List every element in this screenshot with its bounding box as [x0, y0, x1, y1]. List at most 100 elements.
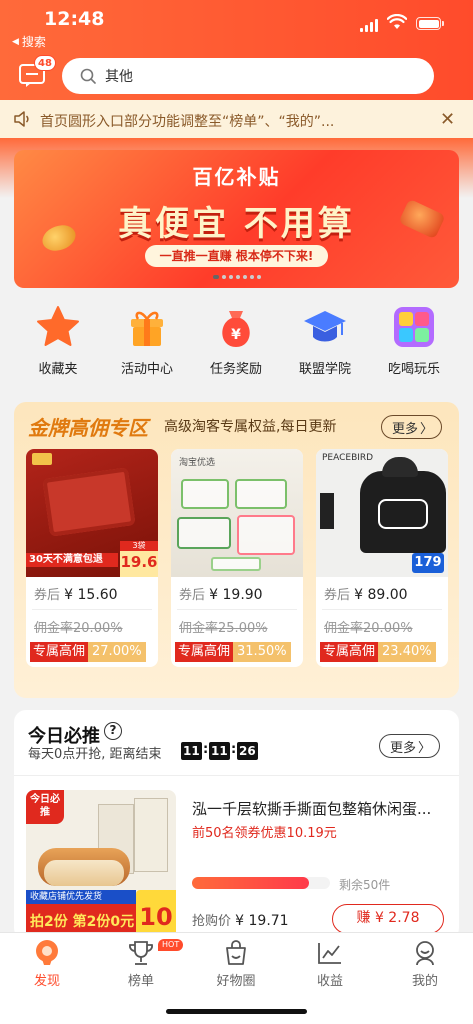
trophy-icon [129, 941, 153, 965]
promo-note: 收藏店铺优先发货 [26, 890, 136, 904]
product-name[interactable]: 泓一千层软撕手撕面包整箱休闲蛋... [192, 798, 452, 819]
product-card[interactable]: PEACEBIRD 179 券后 ¥ 89.00 佣金率20.00% 专属高佣 2… [316, 449, 448, 667]
graduation-cap-icon [304, 311, 346, 342]
bread-inner-illustration [44, 860, 124, 886]
quick-nav-task-rewards[interactable]: ¥ 任务奖励 [191, 305, 281, 377]
grab-price-label: 抢购价 [192, 914, 232, 929]
promo-banner[interactable]: 百亿补贴 真便宜 不用算 一直推一直赚 根本停不下来! [14, 150, 459, 288]
old-commission-rate: 佣金率20.00% [34, 617, 158, 636]
price-prefix: 券后 [179, 588, 206, 603]
product-badge-note: 3袋 [120, 541, 158, 551]
tag-rate: 23.40% [378, 642, 436, 662]
back-label: 搜索 [21, 35, 46, 49]
profile-icon [416, 941, 434, 966]
quick-nav-label: 活动中心 [120, 362, 173, 377]
quick-nav-food-fun[interactable]: 吃喝玩乐 [369, 305, 459, 377]
rate-prefix: 佣金率 [34, 621, 74, 636]
hat-illustration [382, 457, 418, 477]
quick-nav-union-academy[interactable]: 联盟学院 [280, 305, 370, 377]
divider [14, 775, 459, 776]
product-promo-strip: 30天不满意包退 [26, 553, 118, 567]
tab-label: 好物圈 [216, 974, 256, 989]
grab-price-value: ¥ 19.71 [235, 913, 289, 929]
back-to-search-link[interactable]: ◀ 搜索 [12, 33, 46, 50]
battery-icon [416, 17, 444, 30]
more-label: 更多 [392, 421, 419, 437]
status-bar: 12:48 ◀ 搜索 [0, 0, 473, 49]
discover-icon [36, 940, 58, 965]
product-image: 淘宝优选 [171, 449, 303, 577]
stock-progress-fill [192, 877, 310, 889]
product-badge-price: 179 [412, 553, 444, 573]
quick-nav-activity-center[interactable]: 活动中心 [102, 305, 192, 377]
more-button[interactable]: 更多 〉 [381, 415, 443, 439]
notice-bar[interactable]: 首页圆形入口部分功能调整至“榜单”、“我的”... ✕ [0, 100, 473, 138]
exclusive-commission-tag: 专属高佣 23.40% [320, 642, 448, 662]
product-card[interactable]: 30天不满意包退 19.6 3袋 券后 ¥ 15.60 佣金率20.00% 专属… [26, 449, 158, 667]
tag-label: 专属高佣 [30, 642, 89, 662]
countdown-colon: : [203, 742, 209, 757]
product-brand: 淘宝优选 [179, 458, 216, 468]
divider [32, 609, 152, 610]
product-image[interactable]: 今日必推 收藏店铺优先发货 拍2份 第2份0元 10 [26, 790, 176, 940]
tab-label: 发现 [33, 974, 60, 989]
divider [177, 609, 297, 610]
tag-rate: 27.00% [88, 642, 146, 662]
chevron-right-icon: 〉 [420, 421, 434, 437]
back-arrow-icon: ◀ [12, 36, 19, 47]
product-card[interactable]: 淘宝优选 券后 ¥ 19.90 佣金率25.00% 专属高佣 31.50% [171, 449, 303, 667]
exclusive-commission-tag: 专属高佣 31.50% [175, 642, 303, 662]
tab-earnings[interactable]: 收益 [290, 939, 370, 989]
wifi-icon [387, 14, 407, 29]
status-time: 12:48 [44, 8, 105, 30]
coupon-price: 券后 ¥ 15.60 [34, 584, 158, 603]
coupon-info: 前50名领券优惠10.19元 [192, 826, 337, 841]
tab-goods-circle[interactable]: 好物圈 [196, 939, 276, 989]
countdown-colon: : [231, 742, 237, 757]
gold-commission-zone: 金牌高佣专区 高级淘客专属权益,每日更新 更多 〉 30天不满意包退 19.6 … [14, 402, 459, 698]
tab-profile[interactable]: 我的 [385, 939, 465, 989]
container-illustration [211, 557, 261, 571]
exclusive-commission-tag: 专属高佣 27.00% [30, 642, 158, 662]
stock-remaining: 剩余50件 [339, 878, 391, 892]
pagination-dot [256, 275, 261, 279]
search-input[interactable]: 其他 [62, 58, 434, 94]
brand-logo-icon [32, 453, 52, 465]
pagination-dot [249, 275, 254, 279]
more-button[interactable]: 更多 〉 [379, 734, 441, 758]
tab-label: 榜单 [127, 974, 154, 989]
tab-discover[interactable]: 发现 [7, 939, 87, 989]
home-indicator [166, 1009, 307, 1014]
tab-label: 收益 [316, 974, 343, 989]
pagination-dot [221, 275, 226, 279]
coupon-price: 券后 ¥ 19.90 [179, 584, 303, 603]
earn-button[interactable]: 赚 ¥ 2.78 [332, 904, 444, 934]
quick-nav-label: 联盟学院 [298, 362, 351, 377]
pagination-dot [235, 275, 240, 279]
banner-slogan: 一直推一直赚 根本停不下来! [145, 245, 328, 267]
search-icon [80, 68, 96, 84]
svg-text:¥: ¥ [231, 327, 241, 343]
countdown-seconds: 26 [237, 742, 258, 760]
price-prefix: 券后 [324, 588, 351, 603]
pagination-dot [212, 275, 219, 279]
quick-nav-favorites[interactable]: 收藏夹 [13, 305, 103, 377]
search-placeholder: 其他 [105, 69, 133, 85]
header: 12:48 ◀ 搜索 48 其他 [0, 0, 473, 100]
more-label: 更多 [390, 740, 417, 756]
tag-label: 专属高佣 [320, 642, 379, 662]
package-illustration [134, 798, 168, 872]
rate-value: 25.00% [218, 621, 268, 636]
corner-badge: 今日必推 [26, 790, 64, 824]
quick-nav-label: 收藏夹 [38, 362, 78, 377]
old-commission-rate: 佣金率25.00% [179, 617, 303, 636]
countdown-minutes: 11 [209, 742, 230, 760]
today-recommend-section: 今日必推 ? 每天0点开抢, 距离结束 11 : 11 : 26 更多 〉 今日… [14, 710, 459, 940]
close-icon[interactable]: ✕ [440, 109, 455, 130]
money-bag-icon: ¥ [222, 311, 250, 347]
rate-value: 20.00% [73, 621, 123, 636]
help-icon[interactable]: ? [104, 722, 122, 740]
star-icon [37, 306, 79, 346]
container-illustration [237, 515, 295, 555]
tab-label: 我的 [411, 974, 438, 989]
